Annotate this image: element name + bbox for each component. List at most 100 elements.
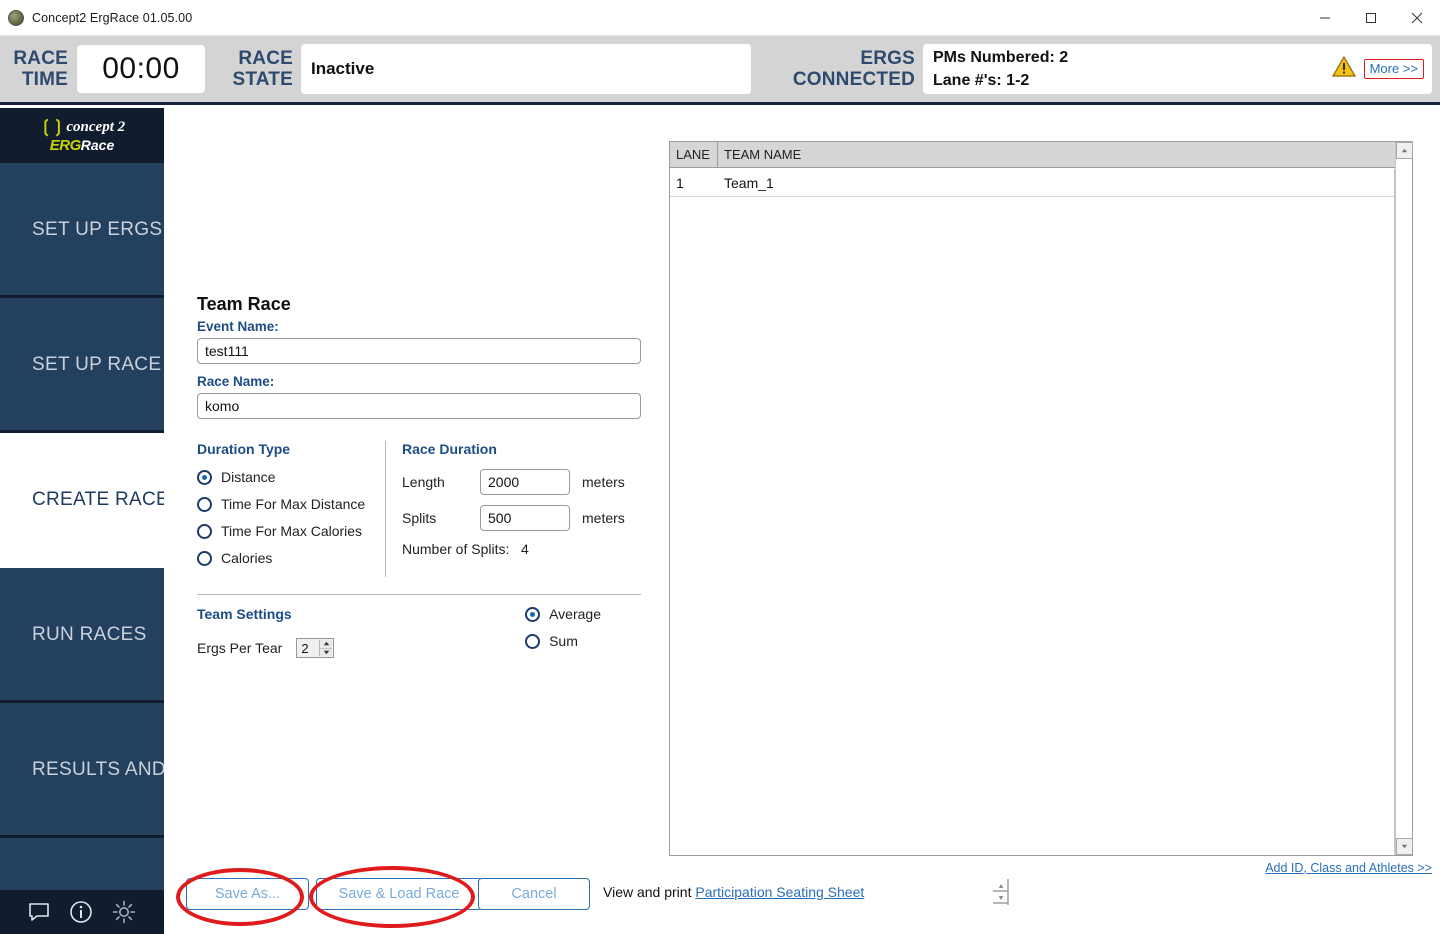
- radio-average[interactable]: Average: [525, 606, 601, 622]
- race-time-label: RACE TIME: [8, 48, 68, 90]
- logo-brand-row: ❲❳ concept 2: [39, 117, 125, 137]
- scroll-down-button[interactable]: [1396, 838, 1413, 855]
- logo-erg-text: ERG: [49, 137, 82, 154]
- race-state-label-line1: RACE: [238, 48, 293, 69]
- scroll-up-button[interactable]: [1396, 142, 1413, 159]
- form-title: Team Race: [197, 294, 291, 314]
- splits-unit: meters: [582, 510, 625, 526]
- radio-calories[interactable]: Calories: [197, 550, 385, 566]
- maximize-button[interactable]: [1348, 0, 1394, 36]
- radio-sum[interactable]: Sum: [525, 633, 601, 649]
- concept2-mark-icon: ❲❳: [38, 117, 65, 136]
- race-status-bar: RACE TIME 00:00 RACE STATE Inactive ERGS…: [0, 36, 1440, 105]
- team-settings-section: Team Settings Ergs Per Tear 2 Average Su…: [197, 606, 647, 676]
- event-name-input[interactable]: [197, 338, 641, 364]
- race-state-label: RACE STATE: [225, 48, 293, 90]
- ergs-per-team-value: 2: [301, 640, 309, 656]
- radio-time-for-max-calories[interactable]: Time For Max Calories: [197, 523, 385, 539]
- pms-numbered-text: PMs Numbered: 2: [933, 49, 1069, 66]
- radio-distance[interactable]: Distance: [197, 469, 385, 485]
- race-state-label-line2: STATE: [232, 69, 293, 90]
- radio-time-for-max-calories-indicator: [197, 523, 212, 539]
- ergs-per-team-increment-button[interactable]: [320, 640, 333, 648]
- window-controls: [1302, 0, 1440, 36]
- more-link[interactable]: More >>: [1363, 59, 1424, 79]
- logo-product-row: ERG Race: [50, 137, 114, 154]
- aggregate-mode-group: Average Sum: [525, 606, 601, 660]
- sidebar-item-set-up-race-display[interactable]: SET UP RACE DISPLAY: [0, 298, 164, 433]
- cell-lane: 1: [676, 174, 684, 191]
- title-bar: Concept2 ErgRace 01.05.00: [0, 0, 1440, 36]
- splits-row: Splits meters: [402, 505, 647, 531]
- form-footer: Save As... Save & Load Race Cancel View …: [164, 854, 1440, 934]
- cell-team-name: Team_1: [724, 174, 774, 191]
- ergs-connected-label: ERGS CONNECTED: [775, 48, 915, 90]
- radio-distance-label: Distance: [221, 469, 276, 485]
- radio-average-indicator: [525, 606, 541, 622]
- splits-input[interactable]: [480, 505, 570, 531]
- ergs-label-line1: ERGS: [860, 48, 915, 69]
- footer-stepper[interactable]: [991, 876, 1011, 908]
- warning-triangle-icon: [1331, 55, 1356, 82]
- info-icon[interactable]: [69, 900, 93, 924]
- sidebar-item-results-and-reports[interactable]: RESULTS AND REPORTS: [0, 703, 164, 838]
- sidebar-item-set-up-ergs[interactable]: SET UP ERGS: [0, 163, 164, 298]
- radio-sum-label: Sum: [549, 633, 578, 649]
- print-seating-sheet-row: View and print Participation Seating She…: [603, 884, 864, 900]
- number-of-splits-value: 4: [521, 541, 529, 557]
- race-name-input[interactable]: [197, 393, 641, 419]
- duration-type-group: Duration Type Distance Time For Max Dist…: [197, 441, 385, 577]
- length-row: Length meters: [402, 469, 647, 495]
- length-unit: meters: [582, 474, 625, 490]
- column-header-lane: LANE: [670, 142, 718, 167]
- event-name-label: Event Name:: [197, 319, 279, 334]
- ergs-per-team-stepper[interactable]: 2: [296, 638, 335, 658]
- ergs-per-team-stepper-arrows: [319, 640, 333, 656]
- race-time-label-line2: TIME: [21, 69, 68, 90]
- table-header-row: LANE TEAM NAME: [670, 142, 1412, 168]
- save-and-load-race-button[interactable]: Save & Load Race: [316, 878, 482, 910]
- minimize-button[interactable]: [1302, 0, 1348, 36]
- duration-section: Duration Type Distance Time For Max Dist…: [197, 441, 647, 577]
- save-as-button[interactable]: Save As...: [186, 878, 309, 910]
- table-row[interactable]: 1 Team_1: [670, 169, 1394, 197]
- ergs-info: PMs Numbered: 2 Lane #'s: 1-2: [933, 46, 1068, 92]
- section-divider: [197, 594, 641, 595]
- radio-calories-indicator: [197, 550, 212, 566]
- radio-sum-indicator: [525, 633, 541, 649]
- race-time-value: 00:00: [77, 45, 205, 93]
- race-duration-group: Race Duration Length meters Splits meter…: [385, 441, 647, 577]
- radio-time-for-max-distance-indicator: [197, 496, 212, 512]
- table-vertical-scrollbar[interactable]: [1395, 142, 1413, 855]
- sidebar-item-create-race[interactable]: CREATE RACE: [0, 433, 164, 568]
- duration-type-heading: Duration Type: [197, 441, 291, 457]
- table-body: 1 Team_1: [670, 169, 1395, 855]
- print-prefix-text: View and print: [603, 884, 692, 900]
- cancel-button[interactable]: Cancel: [478, 878, 590, 910]
- radio-time-for-max-distance-label: Time For Max Distance: [221, 496, 366, 512]
- participation-seating-sheet-link[interactable]: Participation Seating Sheet: [695, 884, 864, 900]
- app-logo: ❲❳ concept 2 ERG Race: [0, 108, 164, 163]
- sidebar-bottom-icon-bar: [0, 890, 164, 934]
- race-time-label-line1: RACE: [13, 48, 68, 69]
- sidebar: ❲❳ concept 2 ERG Race SET UP ERGS SET UP…: [0, 108, 164, 934]
- main-content: Team Race Event Name: Race Name: Duratio…: [164, 108, 1440, 934]
- logo-brand-text: concept 2: [66, 118, 126, 135]
- number-of-splits-label: Number of Splits:: [402, 541, 510, 557]
- window-title: Concept2 ErgRace 01.05.00: [32, 10, 193, 25]
- race-duration-heading: Race Duration: [402, 441, 497, 457]
- teams-table: LANE TEAM NAME 1 Team_1: [669, 141, 1413, 856]
- create-race-form: Team Race Event Name: Race Name: Duratio…: [197, 294, 647, 676]
- column-header-team-name: TEAM NAME: [724, 147, 802, 162]
- ergs-per-team-label: Ergs Per Tear: [197, 640, 283, 656]
- gear-icon[interactable]: [111, 899, 137, 925]
- close-button[interactable]: [1394, 0, 1440, 36]
- ergs-per-team-decrement-button[interactable]: [320, 647, 333, 656]
- length-label: Length: [402, 474, 445, 490]
- chat-icon[interactable]: [27, 900, 51, 924]
- ergs-warning-area: More >>: [1331, 55, 1424, 82]
- length-input[interactable]: [480, 469, 570, 495]
- sidebar-item-run-races[interactable]: RUN RACES: [0, 568, 164, 703]
- radio-time-for-max-distance[interactable]: Time For Max Distance: [197, 496, 385, 512]
- race-state-value: Inactive: [301, 44, 751, 94]
